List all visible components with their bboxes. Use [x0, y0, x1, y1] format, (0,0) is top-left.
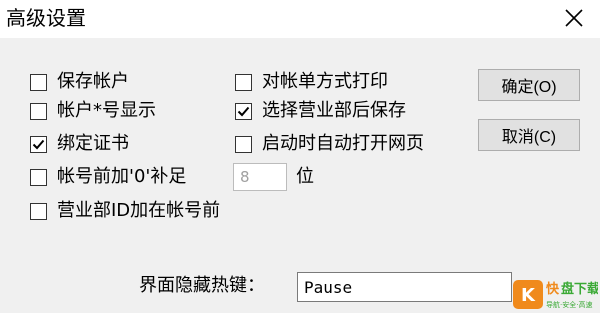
checkbox[interactable] [30, 73, 47, 91]
checkmark-icon [32, 139, 45, 149]
svg-text:快: 快 [546, 281, 560, 297]
site-watermark-logo: K 快 盘下载 导航·安全·高速 [512, 278, 600, 311]
option-statement-print[interactable]: 对帐单方式打印 [235, 69, 388, 95]
option-label: 对帐单方式打印 [262, 71, 388, 92]
checkbox[interactable] [235, 135, 252, 153]
checkbox[interactable] [30, 135, 47, 153]
option-label: 帐号前加'0'补足 [57, 166, 187, 187]
pad-length-input[interactable] [233, 163, 287, 191]
option-label: 启动时自动打开网页 [262, 133, 424, 154]
hotkey-input[interactable] [297, 272, 512, 302]
option-mask-account[interactable]: 帐户*号显示 [30, 98, 156, 124]
option-label: 绑定证书 [57, 133, 129, 154]
watermark-logo-icon: K 快 盘下载 导航·安全·高速 [513, 280, 600, 309]
checkbox[interactable] [30, 168, 47, 186]
svg-text:导航·安全·高速: 导航·安全·高速 [546, 300, 592, 309]
svg-text:K: K [521, 285, 536, 306]
ok-button[interactable]: 确定(O) [478, 69, 580, 101]
option-label: 保存帐户 [57, 71, 129, 92]
title-bar: 高级设置 [0, 0, 600, 38]
dialog-title: 高级设置 [6, 6, 86, 30]
option-save-branch[interactable]: 选择营业部后保存 [235, 98, 406, 124]
option-label: 营业部ID加在帐号前 [57, 200, 221, 221]
close-icon [565, 9, 583, 27]
option-save-account[interactable]: 保存帐户 [30, 69, 129, 95]
option-label: 帐户*号显示 [57, 100, 156, 121]
hotkey-label: 界面隐藏热键： [139, 275, 265, 296]
option-pad-zero[interactable]: 帐号前加'0'补足 [30, 164, 186, 190]
option-branch-id-prefix[interactable]: 营业部ID加在帐号前 [30, 198, 220, 224]
close-button[interactable] [555, 2, 591, 34]
option-label: 选择营业部后保存 [262, 100, 406, 121]
checkbox[interactable] [235, 102, 252, 120]
checkbox[interactable] [235, 73, 252, 91]
cancel-button[interactable]: 取消(C) [478, 119, 580, 151]
pad-length-unit: 位 [296, 166, 314, 187]
checkmark-icon [237, 106, 250, 116]
svg-text:盘下载: 盘下载 [561, 281, 598, 297]
checkbox[interactable] [30, 202, 47, 220]
option-bind-certificate[interactable]: 绑定证书 [30, 131, 129, 157]
advanced-settings-dialog: 高级设置 保存帐户 帐户*号显示 绑定证书 帐号前加'0'补足 营业部ID加在帐… [0, 0, 600, 313]
option-open-webpage[interactable]: 启动时自动打开网页 [235, 131, 424, 157]
checkbox[interactable] [30, 102, 47, 120]
